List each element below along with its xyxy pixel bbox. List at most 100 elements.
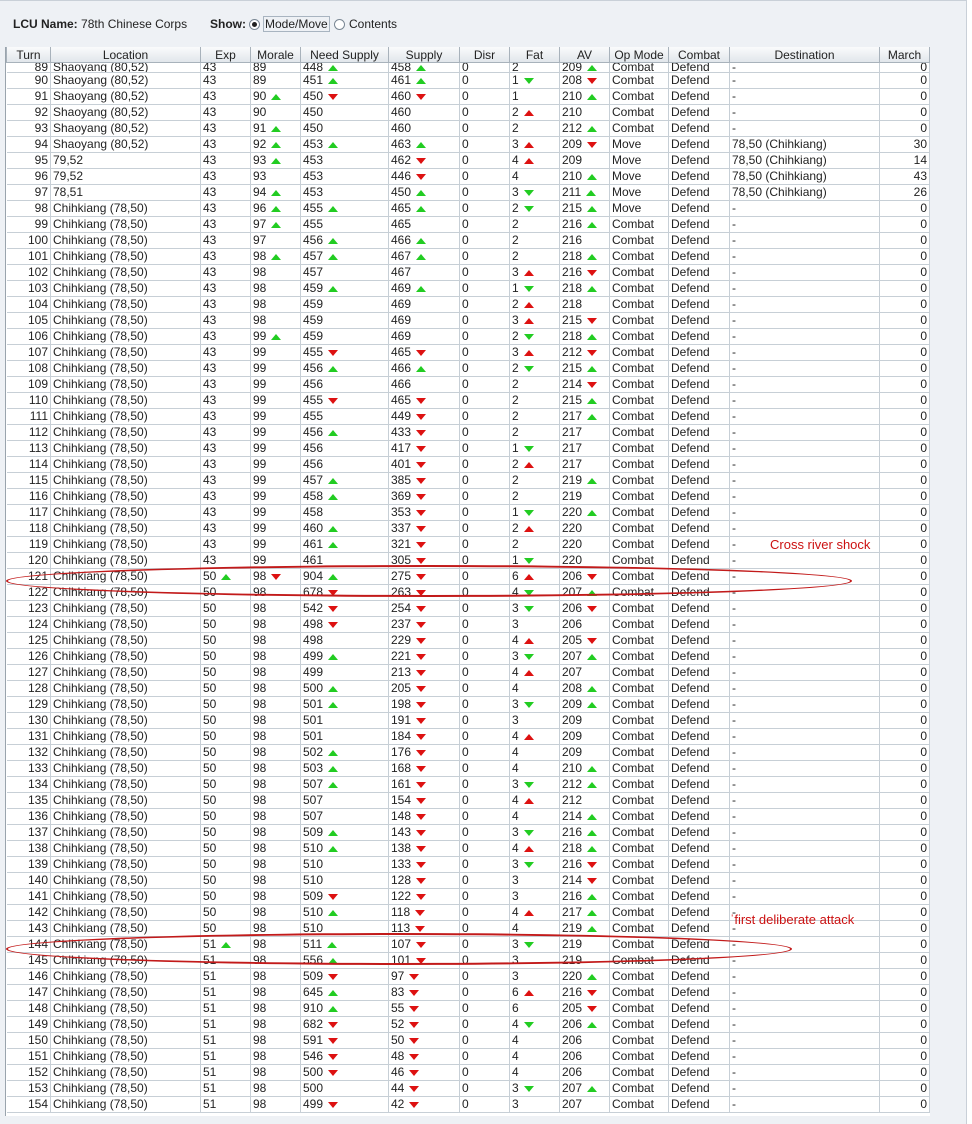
table-row[interactable]: 116 Chihkiang (78,50) 43 99 458 369 0 2 219 Comba… (6, 488, 930, 505)
table-row[interactable]: 151 Chihkiang (78,50) 51 98 546 48 0 4 206 Combat… (6, 1048, 930, 1065)
table-row[interactable]: 147 Chihkiang (78,50) 51 98 645 83 0 6 216 Combat… (6, 984, 930, 1001)
table-row[interactable]: 123 Chihkiang (78,50) 50 98 542 254 0 3 206 Comba… (6, 600, 930, 617)
table-row[interactable]: 104 Chihkiang (78,50) 43 98 459 469 0 2 218 Comba… (6, 296, 930, 313)
table-row[interactable]: 91 Shaoyang (80,52) 43 90 450 460 0 1 210 Combat D… (6, 88, 930, 105)
table-row[interactable]: 122 Chihkiang (78,50) 50 98 678 263 0 4 207 Comba… (6, 584, 930, 601)
table-row[interactable]: 108 Chihkiang (78,50) 43 99 456 466 0 2 215 Comba… (6, 360, 930, 377)
col-disr[interactable]: Disr (459, 47, 510, 63)
history-table-container[interactable]: Turn Location Exp Morale Need Supply Sup… (5, 47, 931, 1116)
cell-march: 0 (879, 1048, 930, 1065)
table-row[interactable]: 92 Shaoyang (80,52) 43 90 450 460 0 2 210 Combat D… (6, 104, 930, 121)
cell-location: Chihkiang (78,50) (50, 392, 201, 409)
table-row[interactable]: 154 Chihkiang (78,50) 51 98 499 42 0 3 207 Combat… (6, 1096, 930, 1113)
col-exp[interactable]: Exp (200, 47, 251, 63)
cell-turn: 113 (6, 440, 51, 457)
table-row[interactable]: 112 Chihkiang (78,50) 43 99 456 433 0 2 217 Comba… (6, 424, 930, 441)
table-row[interactable]: 139 Chihkiang (78,50) 50 98 510 133 0 3 216 Comba… (6, 856, 930, 873)
table-row[interactable]: 136 Chihkiang (78,50) 50 98 507 148 0 4 214 Comba… (6, 808, 930, 825)
col-supply[interactable]: Supply (388, 47, 460, 63)
cell-combat: Defend (668, 664, 730, 681)
col-need-supply[interactable]: Need Supply (300, 47, 389, 63)
table-row[interactable]: 111 Chihkiang (78,50) 43 99 455 449 0 2 217 Comba… (6, 408, 930, 425)
table-row[interactable]: 95 79,52 43 93 453 462 0 4 209 Move Defend 78,50 (C… (6, 152, 930, 169)
table-row[interactable]: 144 Chihkiang (78,50) 51 98 511 107 0 3 219 Comba… (6, 936, 930, 953)
table-row[interactable]: 126 Chihkiang (78,50) 50 98 499 221 0 3 207 Comba… (6, 648, 930, 665)
table-row[interactable]: 113 Chihkiang (78,50) 43 99 456 417 0 1 217 Comba… (6, 440, 930, 457)
table-row[interactable]: 129 Chihkiang (78,50) 50 98 501 198 0 3 209 Comba… (6, 696, 930, 713)
table-row[interactable]: 145 Chihkiang (78,50) 51 98 556 101 0 3 219 Comba… (6, 952, 930, 969)
table-row[interactable]: 106 Chihkiang (78,50) 43 99 459 469 0 2 218 Comba… (6, 328, 930, 345)
table-row[interactable]: 128 Chihkiang (78,50) 50 98 500 205 0 4 208 Comba… (6, 680, 930, 697)
col-combat[interactable]: Combat (668, 47, 730, 63)
col-av[interactable]: AV (559, 47, 610, 63)
radio-mode-move[interactable]: Mode/Move (249, 15, 330, 33)
table-row[interactable]: 90 Shaoyang (80,52) 43 89 451 461 0 1 208 Combat D… (6, 72, 930, 89)
col-destination[interactable]: Destination (729, 47, 880, 63)
table-row[interactable]: 131 Chihkiang (78,50) 50 98 501 184 0 4 209 Comba… (6, 728, 930, 745)
radio-selected-icon[interactable] (249, 18, 260, 30)
table-row[interactable]: 98 Chihkiang (78,50) 43 96 455 465 0 2 215 Move De… (6, 200, 930, 217)
table-row[interactable]: 100 Chihkiang (78,50) 43 97 456 466 0 2 216 Comba… (6, 232, 930, 249)
table-row[interactable]: 103 Chihkiang (78,50) 43 98 459 469 0 1 218 Comba… (6, 280, 930, 297)
table-row[interactable]: 141 Chihkiang (78,50) 50 98 509 122 0 3 216 Comba… (6, 888, 930, 905)
col-turn[interactable]: Turn (6, 47, 51, 63)
table-row[interactable]: 121 Chihkiang (78,50) 50 98 904 275 0 6 206 Comba… (6, 568, 930, 585)
table-row[interactable]: 107 Chihkiang (78,50) 43 99 455 465 0 3 212 Comba… (6, 344, 930, 361)
table-row[interactable]: 93 Shaoyang (80,52) 43 91 450 460 0 2 212 Combat D… (6, 120, 930, 137)
cell-location: Chihkiang (78,50) (50, 200, 201, 217)
table-row[interactable]: 149 Chihkiang (78,50) 51 98 682 52 0 4 206 Combat… (6, 1016, 930, 1033)
cell-morale: 98 (250, 824, 301, 841)
table-row[interactable]: 105 Chihkiang (78,50) 43 98 459 469 0 3 215 Comba… (6, 312, 930, 329)
table-row[interactable]: 118 Chihkiang (78,50) 43 99 460 337 0 2 220 Comba… (6, 520, 930, 537)
table-row[interactable]: 109 Chihkiang (78,50) 43 99 456 466 0 2 214 Comba… (6, 376, 930, 393)
col-fat[interactable]: Fat (509, 47, 560, 63)
radio-contents[interactable]: Contents (334, 15, 397, 33)
table-row[interactable]: 114 Chihkiang (78,50) 43 99 456 401 0 2 217 Comba… (6, 456, 930, 473)
table-row[interactable]: 97 78,51 43 94 453 450 0 3 211 Move Defend 78,50 (C… (6, 184, 930, 201)
table-row[interactable]: 101 Chihkiang (78,50) 43 98 457 467 0 2 218 Comba… (6, 248, 930, 265)
table-row[interactable]: 146 Chihkiang (78,50) 51 98 509 97 0 3 220 Combat… (6, 968, 930, 985)
table-row[interactable]: 153 Chihkiang (78,50) 51 98 500 44 0 3 207 Combat… (6, 1080, 930, 1097)
table-row[interactable]: 150 Chihkiang (78,50) 51 98 591 50 0 4 206 Combat… (6, 1032, 930, 1049)
table-row[interactable]: 132 Chihkiang (78,50) 50 98 502 176 0 4 209 Comba… (6, 744, 930, 761)
col-location[interactable]: Location (50, 47, 201, 63)
table-row[interactable]: 134 Chihkiang (78,50) 50 98 507 161 0 3 212 Comba… (6, 776, 930, 793)
cell-location: Chihkiang (78,50) (50, 584, 201, 601)
table-row[interactable]: 102 Chihkiang (78,50) 43 98 457 467 0 3 216 Comba… (6, 264, 930, 281)
table-row[interactable]: 140 Chihkiang (78,50) 50 98 510 128 0 3 214 Comba… (6, 872, 930, 889)
cell-op-mode: Combat (609, 840, 669, 857)
table-row[interactable]: 99 Chihkiang (78,50) 43 97 455 465 0 2 216 Combat… (6, 216, 930, 233)
table-row[interactable]: 125 Chihkiang (78,50) 50 98 498 229 0 4 205 Comba… (6, 632, 930, 649)
table-row[interactable]: 89 Shaoyang (80,52) 43 89 448 458 0 2 209 Combat D… (6, 62, 930, 73)
cell-need-supply: 460 (300, 520, 389, 537)
table-row[interactable]: 137 Chihkiang (78,50) 50 98 509 143 0 3 216 Comba… (6, 824, 930, 841)
arrow-up-green-icon (271, 221, 282, 228)
cell-op-mode: Combat (609, 1080, 669, 1097)
table-row[interactable]: 120 Chihkiang (78,50) 43 99 461 305 0 1 220 Comba… (6, 552, 930, 569)
table-row[interactable]: 110 Chihkiang (78,50) 43 99 455 465 0 2 215 Comba… (6, 392, 930, 409)
table-row[interactable]: 133 Chihkiang (78,50) 50 98 503 168 0 4 210 Comba… (6, 760, 930, 777)
cell-exp: 50 (200, 616, 251, 633)
table-row[interactable]: 124 Chihkiang (78,50) 50 98 498 237 0 3 206 Comba… (6, 616, 930, 633)
table-row[interactable]: 96 79,52 43 93 453 446 0 4 210 Move Defend 78,50 (C… (6, 168, 930, 185)
arrow-down-green-icon (523, 509, 534, 516)
table-row[interactable]: 152 Chihkiang (78,50) 51 98 500 46 0 4 206 Combat… (6, 1064, 930, 1081)
col-morale[interactable]: Morale (250, 47, 301, 63)
table-row[interactable]: 148 Chihkiang (78,50) 51 98 910 55 0 6 205 Combat… (6, 1000, 930, 1017)
radio-unselected-icon[interactable] (334, 18, 345, 30)
arrow-up-green-icon (587, 365, 598, 372)
cell-turn: 142 (6, 904, 51, 921)
table-row[interactable]: 135 Chihkiang (78,50) 50 98 507 154 0 4 212 Comba… (6, 792, 930, 809)
table-row[interactable]: 127 Chihkiang (78,50) 50 98 499 213 0 4 207 Comba… (6, 664, 930, 681)
col-march[interactable]: March (879, 47, 930, 63)
table-row[interactable]: 115 Chihkiang (78,50) 43 99 457 385 0 2 219 Comba… (6, 472, 930, 489)
col-op-mode[interactable]: Op Mode (609, 47, 669, 63)
cell-disr: 0 (459, 152, 510, 169)
table-row[interactable]: 138 Chihkiang (78,50) 50 98 510 138 0 4 218 Comba… (6, 840, 930, 857)
cell-combat: Defend (668, 568, 730, 585)
table-row[interactable]: 130 Chihkiang (78,50) 50 98 501 191 0 3 209 Comba… (6, 712, 930, 729)
arrow-down-red-icon (409, 973, 420, 980)
arrow-down-red-icon (416, 845, 427, 852)
table-row[interactable]: 117 Chihkiang (78,50) 43 99 458 353 0 1 220 Comba… (6, 504, 930, 521)
table-row[interactable]: 94 Shaoyang (80,52) 43 92 453 463 0 3 209 Move Def… (6, 136, 930, 153)
